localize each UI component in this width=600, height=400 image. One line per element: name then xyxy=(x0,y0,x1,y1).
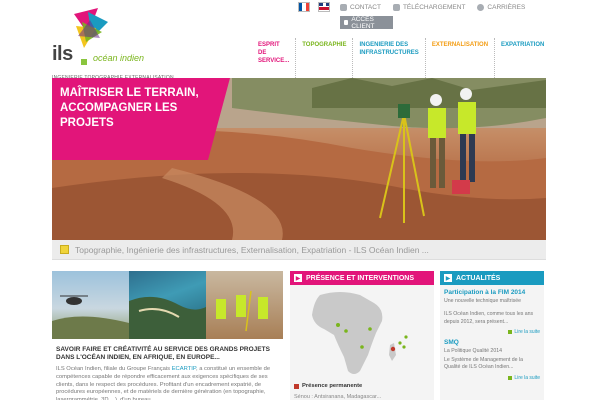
nav-expatriation[interactable]: EXPATRIATION xyxy=(495,38,550,80)
read-more-label: Lire la suite xyxy=(514,374,540,381)
user-icon xyxy=(477,4,485,11)
nav-ingenierie[interactable]: INGENIERIE DES INFRASTRUCTURES xyxy=(353,38,426,80)
language-switcher xyxy=(298,2,330,12)
tagline-bar: Topographie, Ingénierie des infrastructu… xyxy=(52,240,546,260)
site-logo[interactable]: ils océan indien INGENIERIE TOPOGRAPHIE … xyxy=(50,8,174,81)
arrow-right-icon: ▶ xyxy=(294,274,302,282)
news-item: Participation à la FIM 2014 Une nouvelle… xyxy=(440,285,544,335)
tagline-icon xyxy=(60,245,69,254)
presence-header[interactable]: ▶ PRÉSENCE ET INTERVENTIONS xyxy=(290,271,434,285)
carrieres-label: CARRIÈRES xyxy=(487,4,526,11)
news-title: ACTUALITÉS xyxy=(456,274,501,282)
nav-topographie[interactable]: TOPOGRAPHIE xyxy=(296,38,354,80)
africa-map xyxy=(312,292,408,374)
main-nav: ESPRIT DE SERVICE... TOPOGRAPHIE INGENIE… xyxy=(252,38,546,80)
news-item-title[interactable]: Participation à la FIM 2014 xyxy=(444,289,540,296)
read-more-label: Lire la suite xyxy=(514,328,540,335)
flag-fr-icon[interactable] xyxy=(298,2,310,12)
photo-coast xyxy=(129,271,206,339)
lock-icon xyxy=(344,20,349,25)
nav-externalisation[interactable]: EXTERNALISATION xyxy=(426,38,496,80)
intro-text-start: ILS Océan Indien, filiale du Groupe Fran… xyxy=(56,365,172,372)
news-item-subtitle: La Politique Qualité 2014 xyxy=(444,347,502,354)
logo-dot xyxy=(81,59,87,65)
acces-client-label: ACCÈS CLIENT xyxy=(351,15,375,30)
arrow-right-icon: ▶ xyxy=(444,274,452,282)
photo-strip xyxy=(52,271,283,339)
presence-legend: Présence permanente xyxy=(294,383,362,389)
presence-subtext: Sénou : Antsiranana, Madagascar... xyxy=(294,394,382,400)
news-item-subtitle: Une nouvelle technique maîtrisée xyxy=(444,298,521,304)
bullet-icon xyxy=(508,329,513,334)
news-item-title[interactable]: SMQ xyxy=(444,339,540,346)
tagline-text: Topographie, Ingénierie des infrastructu… xyxy=(75,244,429,255)
logo-mark-icon xyxy=(74,8,108,48)
photo-helicopter xyxy=(52,271,129,339)
flag-uk-icon[interactable] xyxy=(318,2,330,12)
presence-title: PRÉSENCE ET INTERVENTIONS xyxy=(306,274,415,282)
logo-suffix: océan indien xyxy=(93,53,145,63)
download-icon xyxy=(392,4,400,11)
hero-headline: MAÎTRISER LE TERRAIN, ACCOMPAGNER LES PR… xyxy=(52,78,230,160)
intro-title: SAVOIR FAIRE ET CRÉATIVITÉ AU SERVICE DE… xyxy=(56,346,270,362)
carrieres-link[interactable]: CARRIÈRES xyxy=(477,4,525,11)
intro-section: SAVOIR FAIRE ET CRÉATIVITÉ AU SERVICE DE… xyxy=(56,346,280,400)
telechargement-link[interactable]: TÉLÉCHARGEMENT xyxy=(392,4,466,11)
presence-legend-label: Présence permanente xyxy=(302,383,363,389)
acces-client-button[interactable]: ACCÈS CLIENT xyxy=(340,15,393,30)
hero-banner: MAÎTRISER LE TERRAIN, ACCOMPAGNER LES PR… xyxy=(52,78,546,240)
read-more-link[interactable]: Lire la suite xyxy=(444,375,540,381)
ecartip-link[interactable]: ECARTIP xyxy=(172,366,196,372)
legend-square-icon xyxy=(294,383,299,389)
telechargement-label: TÉLÉCHARGEMENT xyxy=(402,4,466,11)
news-panel: ▶ ACTUALITÉS Participation à la FIM 2014… xyxy=(440,271,544,400)
contact-link[interactable]: CONTACT xyxy=(340,4,381,11)
top-links: CONTACT TÉLÉCHARGEMENT CARRIÈRES xyxy=(340,4,525,11)
photo-survey-team xyxy=(206,271,283,339)
logo-name: ils xyxy=(52,43,73,65)
news-item-text: ILS Océan Indien, comme tous les ans dep… xyxy=(444,311,534,325)
mail-icon xyxy=(340,4,347,11)
intro-text: ILS Océan Indien, filiale du Groupe Fran… xyxy=(56,366,280,400)
news-item: SMQ La Politique Qualité 2014 Le Système… xyxy=(440,335,544,381)
contact-label: CONTACT xyxy=(350,4,381,11)
nav-esprit-de-service[interactable]: ESPRIT DE SERVICE... xyxy=(252,38,297,80)
presence-panel: ▶ PRÉSENCE ET INTERVENTIONS Présence per… xyxy=(290,271,434,400)
news-header[interactable]: ▶ ACTUALITÉS xyxy=(440,271,544,285)
news-item-text: Le Système de Management de la Qualité d… xyxy=(444,357,524,371)
bullet-icon xyxy=(508,375,513,380)
